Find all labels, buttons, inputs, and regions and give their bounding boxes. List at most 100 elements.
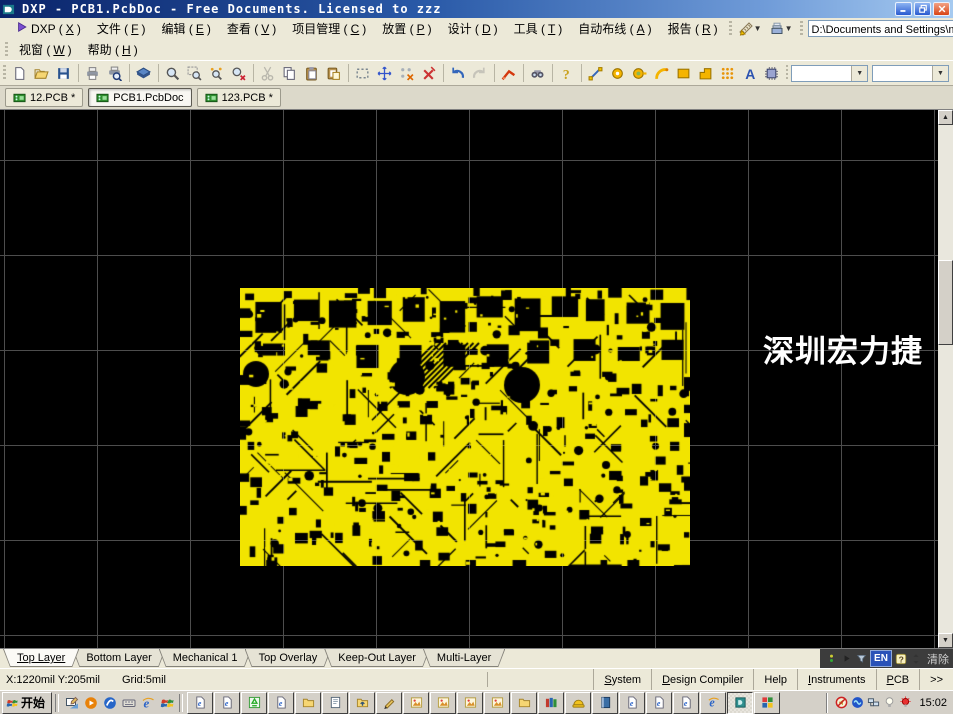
toolbar-grip[interactable] xyxy=(3,65,6,81)
toolbar-grip[interactable] xyxy=(729,21,732,37)
select-area-button[interactable] xyxy=(352,62,374,84)
scroll-up-button[interactable]: ▲ xyxy=(938,110,953,125)
menu-帮助[interactable]: 帮助 (H) xyxy=(80,40,146,59)
scroll-down-button[interactable]: ▼ xyxy=(938,633,953,648)
taskbar-window-button-12[interactable] xyxy=(484,692,510,714)
panel-instruments[interactable]: Instruments xyxy=(797,669,875,690)
taskbar-window-button-21[interactable] xyxy=(727,692,753,714)
copy-button[interactable] xyxy=(279,62,301,84)
panel-help[interactable]: Help xyxy=(753,669,797,690)
layer-tab-multi-layer[interactable]: Multi-Layer xyxy=(423,649,505,667)
layer-tab-keep-out-layer[interactable]: Keep-Out Layer xyxy=(324,649,430,667)
new-button[interactable] xyxy=(9,62,31,84)
zoom-area-button[interactable] xyxy=(184,62,206,84)
taskbar-window-button-19[interactable]: e xyxy=(673,692,699,714)
toolbar-grip[interactable] xyxy=(786,65,789,81)
taskbar-window-button-1[interactable]: e xyxy=(187,692,213,714)
restore-button[interactable] xyxy=(914,2,931,16)
taskbar-window-button-11[interactable] xyxy=(457,692,483,714)
layer-tab-top-layer[interactable]: Top Layer xyxy=(3,649,79,667)
pcb-copper-artwork[interactable] xyxy=(240,288,690,566)
menu-报告[interactable]: 报告 (R) xyxy=(660,19,726,38)
spinner-control[interactable] xyxy=(910,653,922,665)
quick-launch-msn[interactable] xyxy=(100,693,119,712)
taskbar-window-button-3[interactable] xyxy=(241,692,267,714)
quick-launch-kbd[interactable] xyxy=(119,693,138,712)
component-combo[interactable]: ▼ xyxy=(872,65,949,82)
document-path-combo[interactable]: D:\Documents and Settings\midea\桌面 ▼ xyxy=(808,20,953,37)
help-button[interactable]: ? xyxy=(556,62,578,84)
taskbar-window-button-17[interactable]: e xyxy=(619,692,645,714)
pcb-workspace[interactable]: 深圳宏力捷 xyxy=(0,110,938,648)
document-tab-pcb1-pcbdoc[interactable]: PCB1.PcbDoc xyxy=(88,88,191,107)
menu-dxp[interactable]: DXP (X) xyxy=(8,20,89,37)
interactive-route-button[interactable] xyxy=(498,62,520,84)
close-button[interactable] xyxy=(933,2,950,16)
taskbar-window-button-20[interactable]: e xyxy=(700,692,726,714)
zoom-fit-button[interactable] xyxy=(162,62,184,84)
quick-launch-show-desktop[interactable] xyxy=(62,693,81,712)
place-line-button[interactable] xyxy=(585,62,607,84)
menu-项目管理[interactable]: 项目管理 (C) xyxy=(284,19,374,38)
redo-button[interactable] xyxy=(469,62,491,84)
language-badge[interactable]: EN xyxy=(870,650,892,667)
toolbar-grip[interactable] xyxy=(800,21,803,37)
clear-filter-button[interactable] xyxy=(418,62,440,84)
taskbar-window-button-5[interactable] xyxy=(295,692,321,714)
language-help-button[interactable]: ? xyxy=(895,653,907,665)
document-tab-12-pcb-[interactable]: 12.PCB * xyxy=(5,88,83,107)
panel--[interactable]: >> xyxy=(919,669,953,690)
quick-launch-wmp[interactable] xyxy=(81,693,100,712)
menu-工具[interactable]: 工具 (T) xyxy=(506,19,571,38)
zoom-clear-button[interactable] xyxy=(228,62,250,84)
cut-button[interactable] xyxy=(257,62,279,84)
toolbar-grip[interactable] xyxy=(5,42,8,58)
place-polygon-button[interactable] xyxy=(695,62,717,84)
board-3d-button[interactable] xyxy=(133,62,155,84)
taskbar-window-button-7[interactable] xyxy=(349,692,375,714)
quick-launch-winflag[interactable] xyxy=(157,693,176,712)
taskbar-window-button-2[interactable]: e xyxy=(214,692,240,714)
open-button[interactable] xyxy=(31,62,53,84)
taskbar-window-button-15[interactable] xyxy=(565,692,591,714)
place-string-button[interactable]: A xyxy=(739,62,761,84)
menu-自动布线[interactable]: 自动布线 (A) xyxy=(570,19,659,38)
paste-button[interactable] xyxy=(301,62,323,84)
chevron-down-icon[interactable]: ▼ xyxy=(851,66,867,81)
layer-tab-mechanical-1[interactable]: Mechanical 1 xyxy=(159,649,252,667)
taskbar-window-button-8[interactable] xyxy=(376,692,402,714)
quick-launch-ie[interactable]: e xyxy=(138,693,157,712)
taskbar-window-button-9[interactable] xyxy=(403,692,429,714)
taskbar-window-button-14[interactable] xyxy=(538,692,564,714)
place-fill-button[interactable] xyxy=(673,62,695,84)
save-button[interactable] xyxy=(53,62,75,84)
menu-设计[interactable]: 设计 (D) xyxy=(440,19,506,38)
mask-level-button[interactable] xyxy=(826,653,837,664)
measure-tools-dropdown[interactable]: ▼ xyxy=(737,21,764,37)
panel-design-compiler[interactable]: Design Compiler xyxy=(651,669,753,690)
document-tools-dropdown[interactable]: ▼ xyxy=(768,21,795,37)
snapshot-next-button[interactable] xyxy=(841,653,852,664)
scroll-thumb[interactable] xyxy=(938,260,953,345)
place-component-button[interactable] xyxy=(761,62,783,84)
place-via-button[interactable] xyxy=(629,62,651,84)
undo-button[interactable] xyxy=(447,62,469,84)
tray-audio-icon[interactable] xyxy=(851,696,864,709)
tray-bulb-red-icon[interactable] xyxy=(899,696,912,709)
print-button[interactable] xyxy=(82,62,104,84)
vertical-scrollbar[interactable]: ▲ ▼ xyxy=(938,110,953,648)
minimize-button[interactable] xyxy=(895,2,912,16)
net-combo[interactable]: ▼ xyxy=(791,65,868,82)
paste-special-button[interactable] xyxy=(323,62,345,84)
menu-放置[interactable]: 放置 (P) xyxy=(374,19,439,38)
menu-编辑[interactable]: 编辑 (E) xyxy=(154,19,219,38)
menu-视窗[interactable]: 视窗 (W) xyxy=(11,40,80,59)
tray-network-icon[interactable] xyxy=(867,696,880,709)
panel-system[interactable]: System xyxy=(593,669,651,690)
document-tab-123-pcb-[interactable]: 123.PCB * xyxy=(197,88,281,107)
move-button[interactable] xyxy=(374,62,396,84)
chevron-down-icon[interactable]: ▼ xyxy=(932,66,948,81)
find-button[interactable] xyxy=(527,62,549,84)
place-arc-button[interactable] xyxy=(651,62,673,84)
zoom-points-button[interactable] xyxy=(206,62,228,84)
